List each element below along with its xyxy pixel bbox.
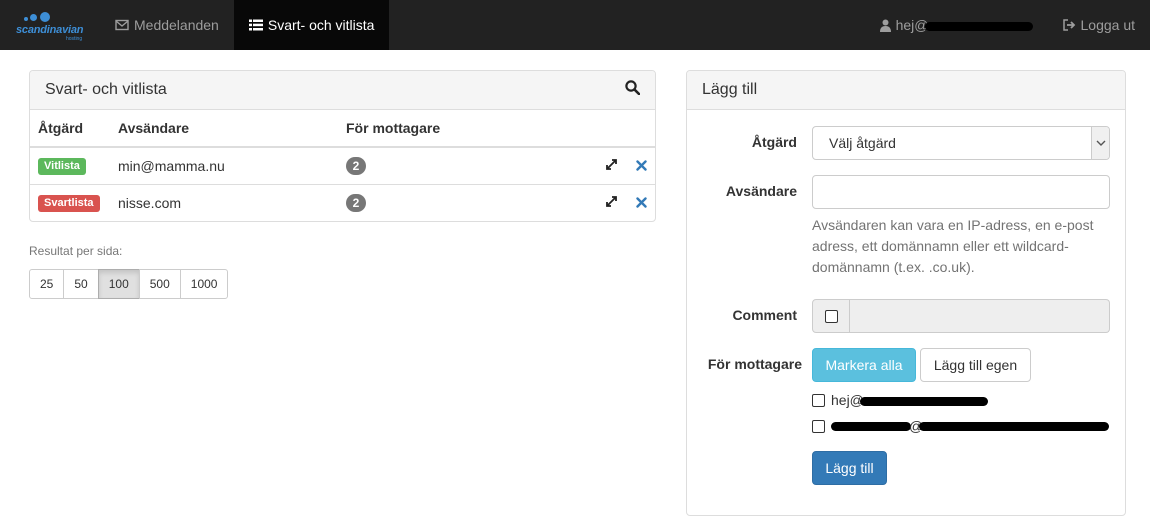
recipient-count-badge: 2 (346, 193, 366, 212)
table-header-row: Åtgärd Avsändare För mottagare (30, 110, 655, 148)
expand-icon[interactable] (605, 195, 618, 211)
user-icon (879, 19, 891, 32)
recipient-count-badge: 2 (346, 156, 366, 175)
recipient-item[interactable]: @ (812, 418, 1110, 434)
remove-icon[interactable] (636, 195, 647, 211)
recipient-checkbox[interactable] (812, 393, 825, 407)
table-row: Svartlista nisse.com 2 (30, 184, 655, 221)
whitelist-badge: Vitlista (38, 158, 86, 176)
nav-blackwhite-list[interactable]: Svart- och vitlista (233, 0, 390, 50)
list-panel-heading: Svart- och vitlista (30, 71, 655, 110)
comment-checkbox-addon (812, 299, 850, 333)
per-page-25[interactable]: 25 (29, 269, 65, 299)
list-icon (248, 19, 263, 31)
submit-add-button[interactable]: Lägg till (812, 451, 887, 485)
add-panel-heading: Lägg till (687, 71, 1125, 110)
comment-input[interactable] (850, 299, 1110, 333)
expand-icon[interactable] (605, 158, 618, 174)
col-sender: Avsändare (110, 110, 338, 148)
recipient-email: hej@ (831, 392, 864, 408)
blacklist-badge: Svartlista (38, 195, 100, 213)
sender-label: Avsändare (725, 183, 797, 199)
col-actions (565, 110, 655, 148)
per-page-50[interactable]: 50 (63, 269, 99, 299)
recipient-checkbox[interactable] (812, 419, 825, 433)
navbar: scandinavian hosting Meddelanden Svart- … (0, 0, 1150, 50)
action-label: Åtgärd (751, 134, 797, 150)
redacted-email (831, 421, 911, 431)
row-sender: min@mamma.nu (110, 147, 338, 185)
add-own-button[interactable]: Lägg till egen (920, 348, 1031, 382)
per-page-selector: 25 50 100 500 1000 (29, 269, 229, 299)
nav-user[interactable]: hej@ (865, 0, 1048, 50)
nav-messages-label: Meddelanden (134, 17, 219, 33)
brand-name: scandinavian (16, 24, 84, 36)
comment-checkbox[interactable] (824, 309, 838, 323)
nav-blackwhite-label: Svart- och vitlista (267, 17, 375, 33)
sender-input[interactable] (812, 175, 1110, 209)
per-page-1000[interactable]: 1000 (179, 269, 229, 299)
per-page-100[interactable]: 100 (97, 269, 140, 299)
remove-icon[interactable] (636, 158, 647, 174)
col-action: Åtgärd (30, 110, 110, 148)
brand-logo[interactable]: scandinavian hosting (0, 0, 100, 50)
envelope-icon (115, 19, 129, 31)
action-select-value: Välj åtgärd (829, 135, 896, 151)
nav-messages[interactable]: Meddelanden (100, 0, 234, 50)
sender-help-text: Avsändaren kan vara en IP-adress, en e-p… (812, 217, 1094, 275)
nav-logout-label: Logga ut (1080, 17, 1136, 33)
recipient-item[interactable]: hej@ (812, 392, 988, 408)
brand-sub: hosting (66, 36, 83, 42)
redacted-email (919, 422, 1110, 431)
select-all-button[interactable]: Markera alla (812, 348, 916, 382)
nav-logout[interactable]: Logga ut (1048, 0, 1150, 50)
list-panel: Svart- och vitlista Åtgärd Avsändare För… (29, 70, 656, 222)
col-recipients: För mottagare (338, 110, 565, 148)
logout-icon (1062, 19, 1075, 31)
chevron-down-icon (1091, 127, 1109, 159)
comment-label: Comment (732, 307, 797, 323)
per-page-label: Resultat per sida: (29, 244, 123, 258)
redacted-email (859, 396, 988, 406)
table-row: Vitlista min@mamma.nu 2 (30, 147, 655, 185)
add-panel: Lägg till Åtgärd Välj åtgärd Avsändare A… (686, 70, 1126, 516)
row-sender: nisse.com (118, 194, 182, 211)
search-icon[interactable] (625, 80, 641, 100)
nav-user-label: hej@ (895, 17, 929, 33)
redacted-email (924, 21, 1033, 31)
comment-group (812, 299, 1110, 333)
recipients-label: För mottagare (707, 356, 802, 372)
list-table: Åtgärd Avsändare För mottagare Vitlista … (30, 110, 655, 221)
list-panel-title: Svart- och vitlista (45, 81, 167, 98)
add-panel-title: Lägg till (702, 81, 758, 98)
action-select[interactable]: Välj åtgärd (812, 126, 1110, 160)
per-page-500[interactable]: 500 (138, 269, 181, 299)
